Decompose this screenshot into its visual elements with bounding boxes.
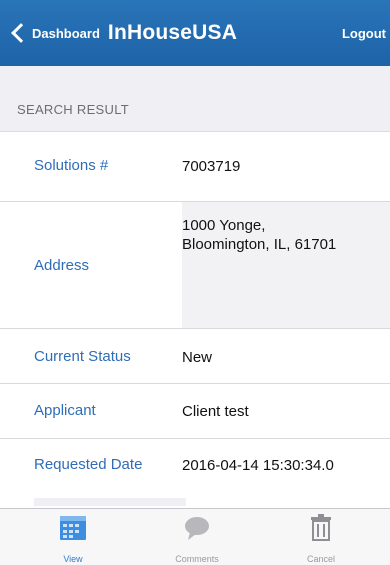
address-row: Address 1000 Yonge, Bloomington, IL, 617… [0, 202, 390, 329]
tab-view[interactable]: View [38, 509, 108, 565]
requested-date-label: Requested Date [34, 456, 143, 473]
navigation-bar: Dashboard InHouseUSA Logout [0, 0, 390, 66]
address-label: Address [34, 257, 90, 274]
tab-cancel-label: Cancel [306, 554, 335, 564]
solutions-number-row: Solutions # 7003719 [0, 132, 390, 202]
partial-row-separator [34, 498, 186, 506]
requested-date-row: Requested Date 2016-04-14 15:30:34.0 [0, 439, 390, 498]
current-status-label: Current Status [34, 348, 131, 365]
section-header-label: SEARCH RESULT [17, 102, 130, 117]
tab-bar: View Comments Cancel [0, 508, 390, 565]
applicant-label: Applicant [34, 402, 96, 419]
address-line-2: Bloomington, IL, 61701 [182, 236, 337, 253]
applicant-row: Applicant Client test [0, 384, 390, 439]
section-header: SEARCH RESULT [0, 66, 390, 132]
speech-bubble-icon [185, 517, 209, 540]
tab-view-label: View [63, 554, 83, 564]
app-title: InHouseUSA [107, 21, 238, 44]
tab-cancel[interactable]: Cancel [286, 509, 356, 565]
solutions-number-label: Solutions # [34, 157, 109, 174]
current-status-row: Current Status New [0, 329, 390, 384]
tab-comments-label: Comments [175, 554, 219, 564]
back-button-label: Dashboard [32, 25, 100, 41]
logout-button[interactable]: Logout [342, 26, 386, 41]
requested-date-value: 2016-04-14 15:30:34.0 [182, 457, 334, 474]
trash-icon [311, 514, 331, 541]
calendar-icon [60, 516, 86, 540]
current-status-value: New [182, 349, 213, 366]
chevron-left-icon [11, 23, 31, 43]
address-line-1: 1000 Yonge, [182, 217, 266, 234]
back-button[interactable]: Dashboard [10, 23, 108, 43]
solutions-number-value: 7003719 [182, 158, 241, 175]
applicant-value: Client test [182, 403, 249, 420]
tab-comments[interactable]: Comments [162, 509, 232, 565]
